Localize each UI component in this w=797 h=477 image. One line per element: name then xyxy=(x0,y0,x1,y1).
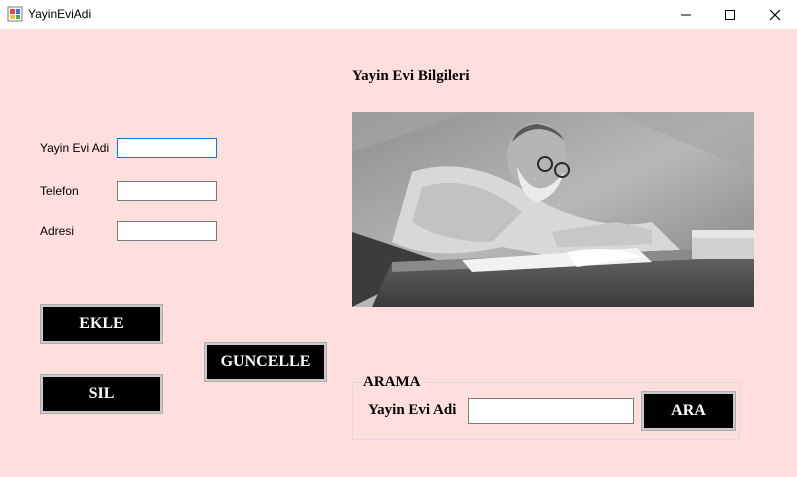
close-button[interactable] xyxy=(752,0,797,29)
page-title: Yayin Evi Bilgileri xyxy=(352,68,470,84)
close-icon xyxy=(769,9,781,20)
app-icon xyxy=(7,6,23,22)
maximize-button[interactable] xyxy=(707,0,753,29)
address-field[interactable] xyxy=(117,221,217,241)
phone-label: Telefon xyxy=(40,184,79,198)
minimize-icon xyxy=(681,14,691,15)
address-label: Adresi xyxy=(40,224,75,238)
search-button[interactable]: ARA xyxy=(641,391,736,431)
maximize-icon xyxy=(725,9,735,20)
search-label: Yayin Evi Adi xyxy=(368,402,457,418)
publisher-name-field[interactable] xyxy=(117,138,217,158)
publisher-name-label: Yayin Evi Adi xyxy=(40,141,110,155)
author-photo xyxy=(352,112,754,307)
search-group-title: ARAMA xyxy=(361,374,423,391)
add-button[interactable]: EKLE xyxy=(40,304,163,344)
minimize-button[interactable] xyxy=(663,0,709,29)
delete-button[interactable]: SIL xyxy=(40,374,163,414)
title-bar: YayinEviAdi xyxy=(0,0,797,29)
update-button[interactable]: GUNCELLE xyxy=(204,342,327,382)
author-photo-image xyxy=(352,112,754,307)
window-title: YayinEviAdi xyxy=(28,7,92,21)
phone-field[interactable] xyxy=(117,181,217,201)
app-window: YayinEviAdi Yayin Evi Adi Telefon Adresi… xyxy=(0,0,797,477)
search-input[interactable] xyxy=(468,398,634,424)
